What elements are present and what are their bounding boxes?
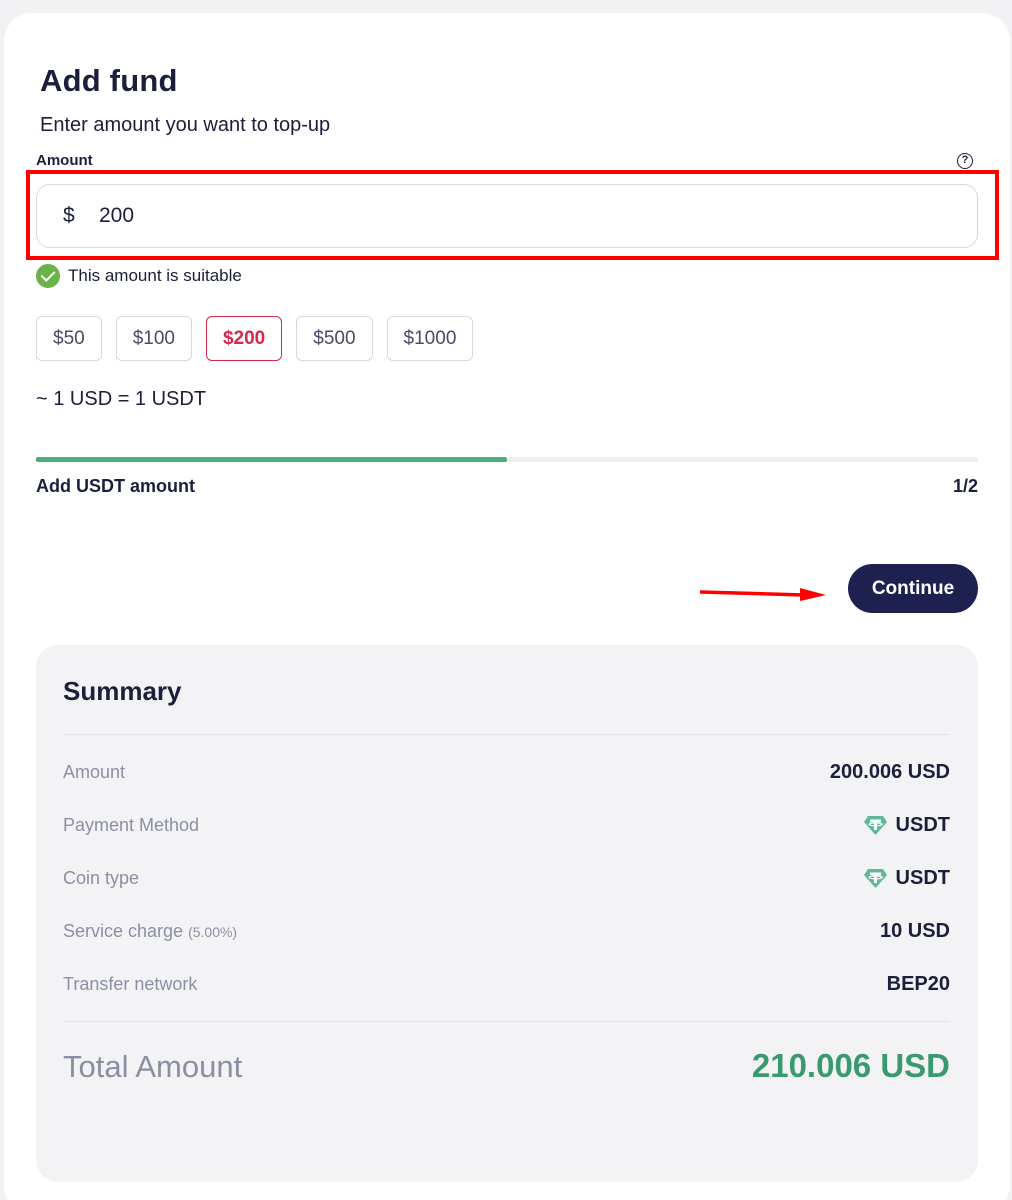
summary-row-payment-method: Payment Method USDT (63, 810, 950, 840)
question-circle-icon[interactable]: ? (957, 153, 973, 169)
exchange-rate: ~ 1 USD = 1 USDT (36, 388, 207, 410)
preset-100-button[interactable]: $100 (115, 316, 192, 361)
tether-icon (863, 869, 887, 888)
preset-50-button[interactable]: $50 (36, 316, 102, 361)
step-count: 1/2 (952, 476, 978, 496)
summary-row-label: Transfer network (63, 973, 198, 994)
preset-200-button[interactable]: $200 (205, 316, 283, 361)
page-subtitle: Enter amount you want to top-up (40, 114, 331, 136)
page-title: Add fund (40, 63, 178, 98)
summary-row-value: 10 USD (879, 919, 950, 942)
preset-amounts: $50 $100 $200 $500 $1000 (36, 316, 474, 361)
summary-row-value: BEP20 (886, 972, 950, 995)
summary-row-service-charge: Service charge (5.00%) 10 USD (63, 916, 950, 946)
summary-row-amount: Amount 200.006 USD (63, 757, 950, 787)
summary-row-coin-type: Coin type USDT (63, 863, 950, 893)
continue-button[interactable]: Continue (848, 564, 978, 613)
summary-row-label: Service charge (5.00%) (63, 920, 238, 941)
summary-row-label: Payment Method (63, 814, 200, 835)
annotation-arrow-icon (700, 588, 826, 601)
progress-bar (36, 457, 978, 462)
summary-panel: Summary Amount 200.006 USD Payment Metho… (36, 645, 978, 1182)
summary-row-label: Amount (63, 761, 126, 782)
total-amount-label: Total Amount (63, 1049, 243, 1084)
summary-row-value: 200.006 USD (829, 760, 950, 783)
preset-1000-button[interactable]: $1000 (386, 316, 474, 361)
total-amount-value: 210.006 USD (751, 1047, 950, 1084)
amount-label: Amount (36, 152, 93, 169)
summary-row-transfer-network: Transfer network BEP20 (63, 969, 950, 999)
service-charge-rate: (5.00%) (188, 923, 238, 940)
check-circle-icon (36, 264, 60, 288)
summary-row-value: USDT (863, 814, 950, 837)
validation-text: This amount is suitable (68, 266, 242, 285)
tether-icon (863, 816, 887, 835)
summary-divider-top (63, 734, 950, 735)
summary-row-value: USDT (863, 867, 950, 890)
progress-fill (36, 457, 507, 462)
summary-title: Summary (63, 676, 182, 706)
step-label: Add USDT amount (36, 476, 195, 496)
preset-500-button[interactable]: $500 (296, 316, 373, 361)
annotation-highlight-box (26, 170, 999, 260)
summary-divider-bottom (63, 1021, 950, 1022)
summary-row-label: Coin type (63, 867, 140, 888)
validation-message: This amount is suitable (36, 264, 242, 288)
